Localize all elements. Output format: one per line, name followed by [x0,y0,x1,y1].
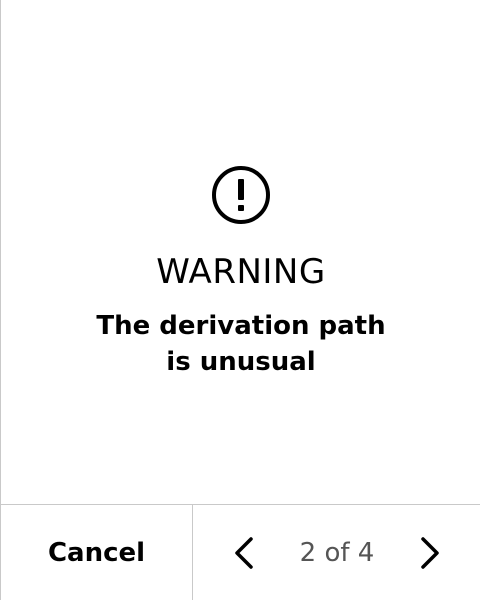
footer-bar: Cancel 2 of 4 [1,504,480,600]
page-navigation: 2 of 4 [193,505,480,600]
warning-content: WARNING The derivation path is unusual [1,0,480,504]
warning-message: The derivation path is unusual [61,308,421,380]
warning-message-line-1: The derivation path [96,311,386,341]
chevron-left-icon[interactable] [223,531,267,575]
cancel-button[interactable]: Cancel [1,505,193,600]
exclamation-circle-icon [212,166,270,224]
warning-title: WARNING [156,252,326,292]
warning-screen: WARNING The derivation path is unusual C… [0,0,480,600]
chevron-right-icon[interactable] [407,531,451,575]
warning-message-line-2: is unusual [166,347,316,377]
page-indicator: 2 of 4 [299,538,375,568]
